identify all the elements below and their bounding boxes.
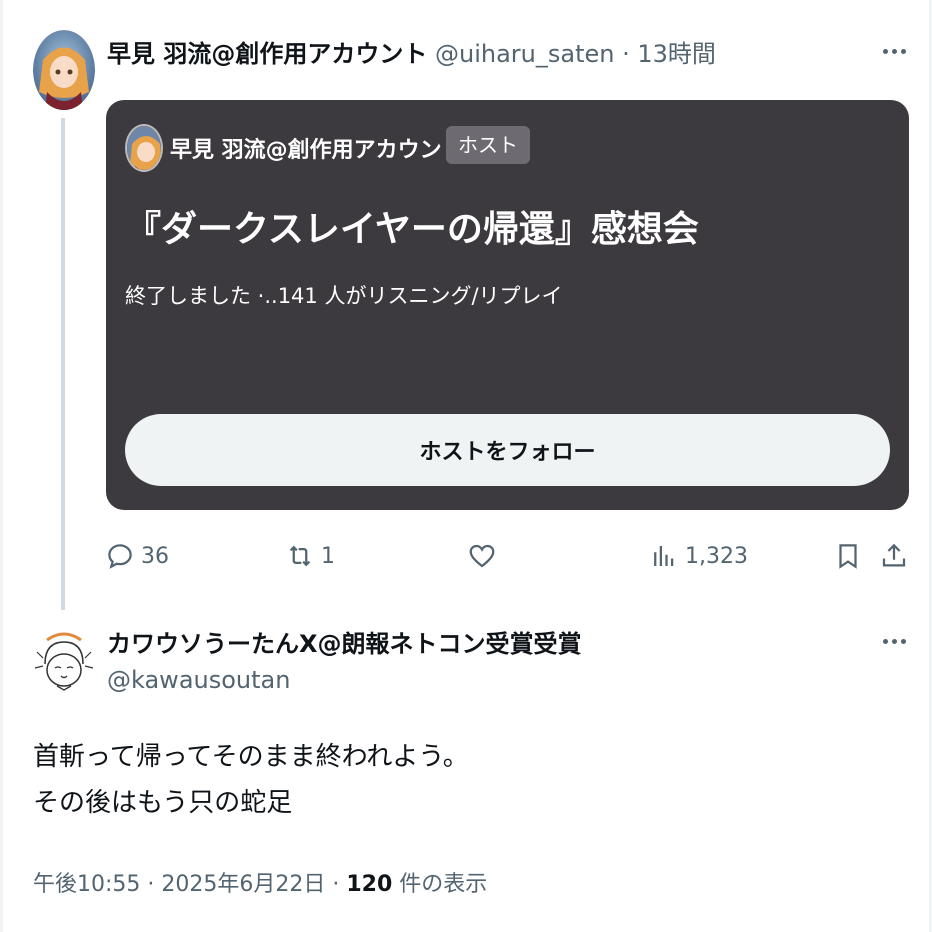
space-title: 『ダークスレイヤーの帰還』感想会 — [125, 209, 699, 250]
reply-timestamp[interactable]: 午後10:55 · 2025年6月22日 · — [33, 872, 346, 897]
bookmark-icon — [839, 544, 857, 569]
post-time[interactable]: 13時間 — [637, 40, 716, 68]
more-options-icon[interactable] — [879, 36, 909, 66]
thread-connector-line — [61, 118, 65, 610]
reply-metadata: 午後10:55 · 2025年6月22日 · 120 件の表示 — [33, 866, 487, 898]
retweet-icon — [289, 545, 311, 567]
reply-author-name[interactable]: カワウソうーたんX@朗報ネトコン受賞受賞 — [107, 624, 582, 659]
space-status: 終了しました ·..141 人がリスニング/リプレイ — [125, 284, 563, 308]
tweet-thread: 早見 羽流@創作用アカウント @uiharu_saten · 13時間 早見 羽… — [0, 0, 932, 932]
reply-view-suffix: 件の表示 — [392, 872, 488, 897]
reply-body-line: その後はもう只の蛇足 — [33, 788, 293, 818]
author-avatar[interactable] — [33, 30, 95, 110]
reply-view-count: 120 — [346, 872, 393, 897]
more-options-icon[interactable] — [879, 626, 909, 656]
reply-author-handle[interactable]: @kawausoutan — [107, 666, 290, 694]
share-button[interactable] — [879, 538, 909, 574]
views-count: 1,323 — [685, 543, 748, 569]
share-icon — [882, 543, 906, 567]
author-name[interactable]: 早見 羽流@創作用アカウント — [107, 40, 427, 68]
host-badge: ホスト — [446, 126, 530, 164]
bookmark-button[interactable] — [833, 538, 863, 574]
heart-icon — [469, 544, 495, 568]
retweet-button[interactable]: 1 — [285, 538, 335, 574]
reply-icon — [108, 544, 132, 569]
retweet-count: 1 — [321, 543, 335, 569]
reply-count: 36 — [141, 543, 169, 569]
space-card[interactable]: 早見 羽流@創作用アカウント ホスト 『ダークスレイヤーの帰還』感想会 終了しま… — [106, 100, 909, 510]
host-name: 早見 羽流@創作用アカウント — [170, 138, 464, 163]
analytics-icon — [654, 546, 674, 566]
reply-author-avatar[interactable] — [33, 624, 95, 698]
author-handle[interactable]: @uiharu_saten — [435, 40, 614, 68]
host-avatar — [125, 124, 163, 172]
separator: · — [614, 40, 638, 68]
like-button[interactable] — [467, 538, 503, 574]
reply-body-line: 首斬って帰ってそのまま終われよう。 — [33, 742, 469, 772]
follow-host-button[interactable]: ホストをフォロー — [125, 414, 890, 486]
reply-body: 首斬って帰ってそのまま終われよう。 その後はもう只の蛇足 — [33, 734, 469, 826]
tweet-header: 早見 羽流@創作用アカウント @uiharu_saten · 13時間 — [107, 34, 716, 69]
reply-button[interactable]: 36 — [105, 538, 169, 574]
views-button[interactable]: 1,323 — [649, 538, 748, 574]
